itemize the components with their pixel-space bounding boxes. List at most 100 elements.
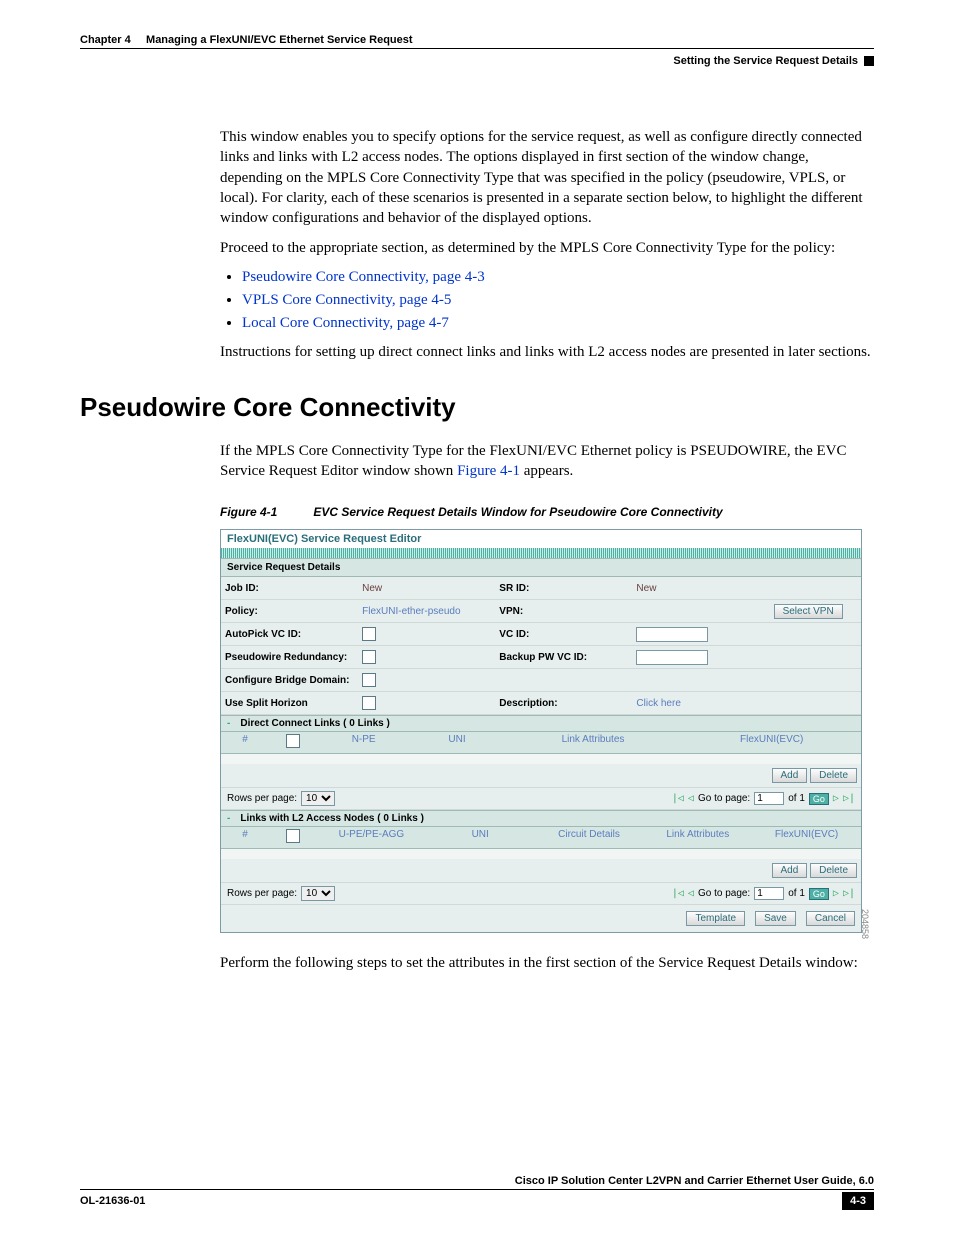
cbd-label: Configure Bridge Domain: <box>221 669 358 692</box>
col-num: # <box>221 732 269 753</box>
direct-add-button[interactable]: Add <box>772 768 808 783</box>
vcid-input[interactable] <box>636 627 708 642</box>
goto-label: Go to page: <box>698 793 750 804</box>
cancel-button[interactable]: Cancel <box>806 911 855 926</box>
go-button[interactable]: Go <box>809 793 829 805</box>
autopick-checkbox[interactable] <box>362 627 376 641</box>
pager-prev-icon[interactable]: ◁ <box>688 888 694 899</box>
backup-label: Backup PW VC ID: <box>495 646 632 669</box>
col-uni[interactable]: UNI <box>410 732 503 753</box>
rows-per-page-select[interactable]: 10 <box>301 791 335 806</box>
editor-footer-buttons: Template Save Cancel <box>221 905 861 932</box>
l2-links-label: Links with L2 Access Nodes ( 0 Links ) <box>240 813 424 824</box>
pager-next-icon[interactable]: ▷ <box>833 888 839 899</box>
template-button[interactable]: Template <box>686 911 745 926</box>
editor-title: FlexUNI(EVC) Service Request Editor <box>221 530 861 548</box>
pwr-checkbox[interactable] <box>362 650 376 664</box>
direct-delete-button[interactable]: Delete <box>810 768 857 783</box>
l2-links-header[interactable]: -Links with L2 Access Nodes ( 0 Links ) <box>221 810 861 827</box>
rows-per-page-label: Rows per page: <box>227 793 297 804</box>
after-figure-paragraph: Perform the following steps to set the a… <box>220 953 874 973</box>
direct-links-header[interactable]: -Direct Connect Links ( 0 Links ) <box>221 715 861 732</box>
direct-table-body <box>221 754 861 764</box>
link-vpls[interactable]: VPLS Core Connectivity, page 4-5 <box>242 292 451 308</box>
col-flexuni[interactable]: FlexUNI(EVC) <box>682 732 861 753</box>
go-button[interactable]: Go <box>809 888 829 900</box>
srid-label: SR ID: <box>495 577 632 600</box>
intro-paragraph-3: Instructions for setting up direct conne… <box>220 342 874 362</box>
ush-checkbox[interactable] <box>362 696 376 710</box>
col-uni[interactable]: UNI <box>426 827 535 848</box>
pager-next-icon[interactable]: ▷ <box>833 793 839 804</box>
jobid-value: New <box>358 577 495 600</box>
form-grid: Job ID: New SR ID: New Policy: FlexUNI-e… <box>221 577 861 715</box>
header-section: Setting the Service Request Details <box>80 55 874 67</box>
col-linkattr[interactable]: Link Attributes <box>643 827 752 848</box>
section-paragraph: If the MPLS Core Connectivity Type for t… <box>220 441 874 482</box>
link-local[interactable]: Local Core Connectivity, page 4-7 <box>242 315 449 331</box>
cbd-checkbox[interactable] <box>362 673 376 687</box>
link-pseudowire[interactable]: Pseudowire Core Connectivity, page 4-3 <box>242 269 485 285</box>
intro-paragraph-1: This window enables you to specify optio… <box>220 127 874 228</box>
link-list: Pseudowire Core Connectivity, page 4-3 V… <box>220 269 874 332</box>
pager-prev-icon[interactable]: ◁ <box>688 793 694 804</box>
footer-doc-id: OL-21636-01 <box>80 1195 145 1207</box>
header-marker-icon <box>864 56 874 66</box>
backup-input[interactable] <box>636 650 708 665</box>
pwr-label: Pseudowire Redundancy: <box>221 646 358 669</box>
collapse-icon: - <box>227 813 230 824</box>
decorative-hatch <box>221 548 861 558</box>
l2-add-button[interactable]: Add <box>772 863 808 878</box>
page-footer: Cisco IP Solution Center L2VPN and Carri… <box>80 1175 874 1210</box>
col-flexuni[interactable]: FlexUNI(EVC) <box>752 827 861 848</box>
vpn-value <box>632 600 769 623</box>
col-check[interactable] <box>286 829 300 843</box>
col-npe[interactable]: N-PE <box>317 732 410 753</box>
rows-per-page-label: Rows per page: <box>227 888 297 899</box>
jobid-label: Job ID: <box>221 577 358 600</box>
save-button[interactable]: Save <box>755 911 796 926</box>
l2-delete-button[interactable]: Delete <box>810 863 857 878</box>
figure-label: Figure 4-1 <box>220 505 310 519</box>
figure-link[interactable]: Figure 4-1 <box>457 463 520 479</box>
l2-add-del-row: Add Delete <box>221 859 861 883</box>
srd-label: Service Request Details <box>221 558 861 577</box>
select-vpn-button[interactable]: Select VPN <box>774 604 843 619</box>
collapse-icon: - <box>227 718 230 729</box>
pager-first-icon[interactable]: |◁ <box>672 888 684 899</box>
col-circuit[interactable]: Circuit Details <box>535 827 644 848</box>
intro-paragraph-2: Proceed to the appropriate section, as d… <box>220 238 874 258</box>
pager-last-icon[interactable]: ▷| <box>843 888 855 899</box>
col-num: # <box>221 827 269 848</box>
chapter-title: Managing a FlexUNI/EVC Ethernet Service … <box>146 34 413 46</box>
footer-doc-title: Cisco IP Solution Center L2VPN and Carri… <box>80 1175 874 1187</box>
autopick-label: AutoPick VC ID: <box>221 623 358 646</box>
image-number: 204858 <box>860 909 870 939</box>
policy-label: Policy: <box>221 600 358 623</box>
l2-table-head: # U-PE/PE-AGG UNI Circuit Details Link A… <box>221 827 861 849</box>
figure-title: EVC Service Request Details Window for P… <box>313 505 722 519</box>
of-label: of 1 <box>788 888 805 899</box>
col-linkattr[interactable]: Link Attributes <box>504 732 683 753</box>
srid-value: New <box>632 577 769 600</box>
vcid-label: VC ID: <box>495 623 632 646</box>
pager-last-icon[interactable]: ▷| <box>843 793 855 804</box>
figure-caption: Figure 4-1 EVC Service Request Details W… <box>220 505 874 519</box>
rows-per-page-select[interactable]: 10 <box>301 886 335 901</box>
page-number: 4-3 <box>842 1192 874 1210</box>
section-heading: Pseudowire Core Connectivity <box>80 392 874 423</box>
l2-table-body <box>221 849 861 859</box>
page-header: Chapter 4 Managing a FlexUNI/EVC Etherne… <box>80 30 874 49</box>
l2-pager: Rows per page: 10 |◁ ◁ Go to page: of 1 … <box>221 883 861 905</box>
direct-pager: Rows per page: 10 |◁ ◁ Go to page: of 1 … <box>221 788 861 810</box>
desc-clickhere[interactable]: Click here <box>632 692 769 715</box>
vpn-label: VPN: <box>495 600 632 623</box>
col-upe[interactable]: U-PE/PE-AGG <box>317 827 426 848</box>
pager-first-icon[interactable]: |◁ <box>672 793 684 804</box>
direct-table-head: # N-PE UNI Link Attributes FlexUNI(EVC) <box>221 732 861 754</box>
policy-value[interactable]: FlexUNI-ether-pseudo <box>358 600 495 623</box>
direct-add-del-row: Add Delete <box>221 764 861 788</box>
goto-input[interactable] <box>754 792 784 805</box>
goto-input[interactable] <box>754 887 784 900</box>
col-check[interactable] <box>286 734 300 748</box>
